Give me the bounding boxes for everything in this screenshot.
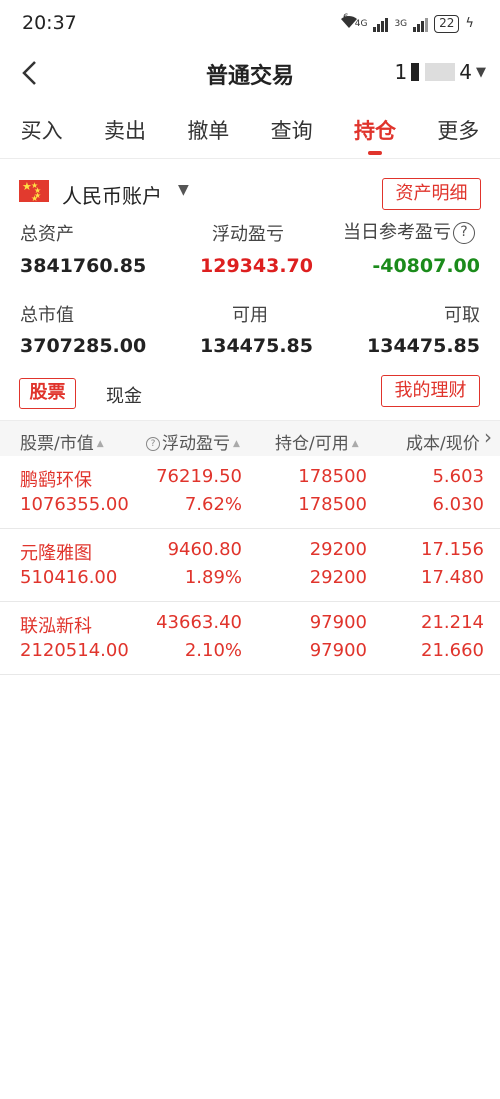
floating-pl-pct: 7.62% (184, 494, 242, 515)
withdrawable-value: 134475.85 (367, 335, 480, 357)
stock-market-value: 1076355.00 (20, 494, 129, 515)
floating-pl-pct: 1.89% (184, 567, 242, 588)
stock-name: 鹏鹞环保 (20, 470, 92, 491)
help-icon[interactable]: ? (146, 437, 160, 451)
signal-icon (373, 16, 389, 32)
tab-sell[interactable]: 卖出 (85, 105, 165, 159)
table-row[interactable]: 鹏鹞环保 1076355.00 76219.50 7.62% 178500 17… (0, 456, 500, 529)
battery-icon: 22 (434, 14, 460, 33)
charging-icon: ϟ (465, 16, 474, 31)
daily-pl-value: -40807.00 (372, 255, 480, 277)
subtab-cash[interactable]: 现金 (106, 382, 142, 408)
sort-icon: ▲ (96, 439, 104, 449)
help-icon[interactable]: ? (453, 222, 475, 244)
stock-name: 联泓新科 (20, 616, 92, 637)
daily-pl-label-wrap: 当日参考盈亏? (343, 218, 475, 244)
position: 97900 (309, 612, 367, 633)
network-3g-label: 3G (394, 18, 408, 29)
cost: 21.214 (421, 612, 484, 633)
price: 17.480 (421, 567, 484, 588)
chevron-right-icon[interactable]: › (484, 425, 492, 449)
table-header: 股票/市值 ▲ ? 浮动盈亏 ▲ 持仓/可用 ▲ 成本/现价 › (0, 420, 500, 456)
my-wealth-button[interactable]: 我的理财 (381, 375, 480, 407)
back-button[interactable] (16, 58, 46, 88)
floating-pl: 43663.40 (156, 612, 242, 633)
header-position[interactable]: 持仓/可用 ▲ (275, 429, 359, 454)
floating-pl: 9460.80 (167, 539, 242, 560)
position: 29200 (309, 539, 367, 560)
status-bar: 20:37 6 4G 3G 22 ϟ (0, 0, 500, 48)
account-number-prefix: 1 (394, 60, 408, 84)
currency-account[interactable]: 人民币账户 (62, 180, 162, 209)
table-row[interactable]: 元隆雅图 510416.00 9460.80 1.89% 29200 29200… (0, 529, 500, 602)
market-value-value: 3707285.00 (20, 335, 147, 357)
floating-pl-pct: 2.10% (184, 640, 242, 661)
table-row[interactable]: 联泓新科 2120514.00 43663.40 2.10% 97900 979… (0, 602, 500, 675)
available-value: 134475.85 (200, 335, 313, 357)
tab-cancel[interactable]: 撤单 (168, 105, 248, 159)
daily-pl-label: 当日参考盈亏 (343, 222, 451, 243)
account-number-suffix: 4 (459, 60, 472, 84)
cost: 5.603 (432, 466, 484, 487)
withdrawable-label: 可取 (444, 305, 480, 326)
market-value-label: 总市值 (20, 305, 74, 326)
divider (0, 158, 500, 159)
wifi-label: 6 (343, 12, 349, 23)
total-assets-label: 总资产 (20, 224, 74, 245)
stock-name: 元隆雅图 (20, 543, 92, 564)
floating-pl: 76219.50 (156, 466, 242, 487)
tab-buy[interactable]: 买入 (2, 105, 82, 159)
asset-detail-button[interactable]: 资产明细 (382, 178, 481, 210)
position: 178500 (298, 466, 367, 487)
available-label: 可用 (232, 305, 268, 326)
subtab-stocks[interactable]: 股票 (19, 378, 76, 409)
available: 97900 (309, 640, 367, 661)
status-time: 20:37 (22, 12, 77, 34)
nav-bar: 普通交易 1 4 ▼ (0, 48, 500, 98)
available: 29200 (309, 567, 367, 588)
tab-query[interactable]: 查询 (252, 105, 332, 159)
floating-pl-label: 浮动盈亏 (212, 224, 284, 245)
cost: 17.156 (421, 539, 484, 560)
main-tabs: 买入 卖出 撤单 查询 持仓 更多 (0, 105, 500, 159)
caret-down-icon[interactable]: ▼ (178, 182, 189, 198)
header-cost-price[interactable]: 成本/现价 (406, 429, 480, 454)
stock-market-value: 510416.00 (20, 567, 118, 588)
signal-icon-2 (413, 16, 429, 32)
status-icons: 6 4G 3G 22 ϟ (339, 12, 474, 33)
caret-down-icon: ▼ (476, 64, 486, 80)
total-assets-value: 3841760.85 (20, 255, 147, 277)
account-mask (411, 63, 456, 81)
floating-pl-value: 129343.70 (200, 255, 313, 277)
header-floating-pl[interactable]: ? 浮动盈亏 ▲ (146, 429, 240, 454)
stock-market-value: 2120514.00 (20, 640, 129, 661)
tab-holdings[interactable]: 持仓 (335, 105, 415, 159)
chevron-left-icon (22, 61, 36, 85)
network-4g-label: 4G (354, 18, 368, 29)
sort-icon: ▲ (233, 439, 240, 449)
account-selector[interactable]: 1 4 ▼ (395, 60, 486, 84)
price: 21.660 (421, 640, 484, 661)
sort-icon: ▲ (351, 439, 359, 449)
available: 178500 (298, 494, 367, 515)
tab-more[interactable]: 更多 (418, 105, 498, 159)
price: 6.030 (432, 494, 484, 515)
header-stock-value[interactable]: 股票/市值 ▲ (20, 429, 104, 454)
china-flag-icon: ★ ★ ★ ★ ★ (19, 180, 49, 203)
account-row: ★ ★ ★ ★ ★ 人民币账户 ▼ 资产明细 (0, 176, 500, 212)
